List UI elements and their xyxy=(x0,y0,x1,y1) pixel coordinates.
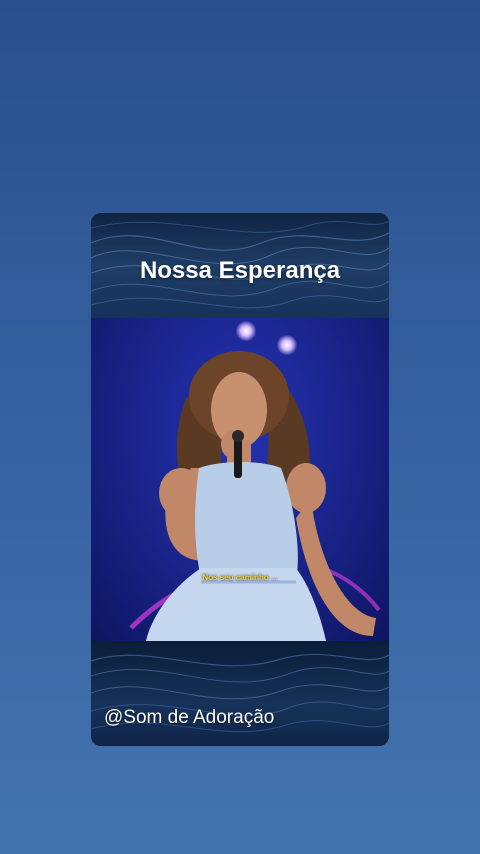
video-caption: Nos seu caminho ... xyxy=(202,573,278,582)
page-title: Nossa Esperança xyxy=(139,257,341,284)
channel-handle[interactable]: @Som de Adoração xyxy=(104,707,274,729)
card-footer: @Som de Adoração xyxy=(91,641,389,746)
card-header: Nossa Esperança xyxy=(91,213,389,318)
video-card[interactable]: Nossa Esperança Nos seu caminho ... @Som… xyxy=(91,213,389,746)
video-player[interactable]: Nos seu caminho ... xyxy=(91,318,389,641)
singer-image xyxy=(129,351,381,641)
wave-pattern xyxy=(91,653,389,733)
